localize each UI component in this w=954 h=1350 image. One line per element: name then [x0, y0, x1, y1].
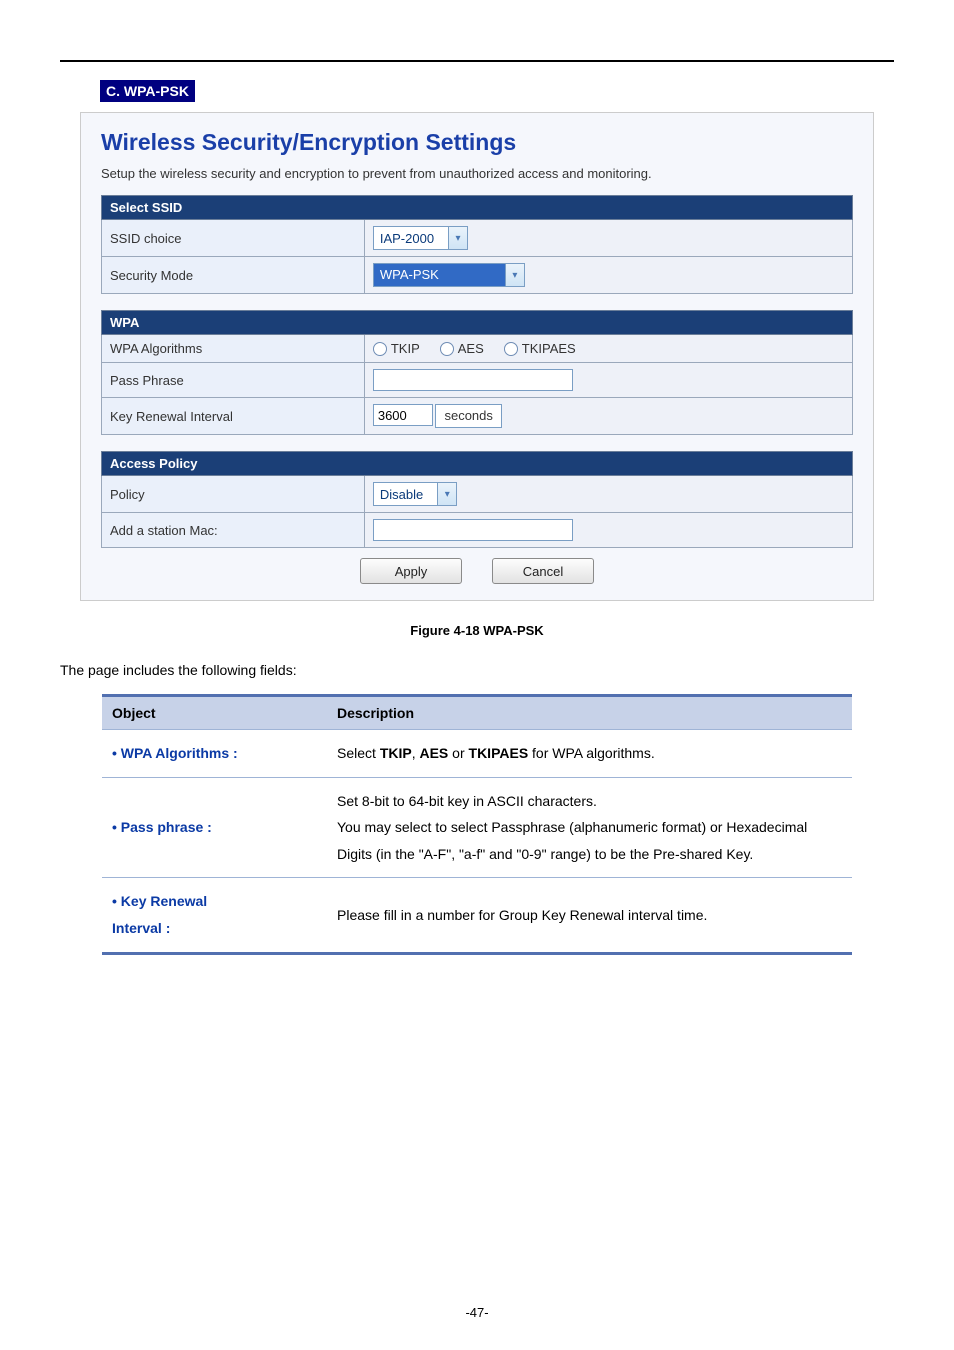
- radio-icon: [373, 342, 387, 356]
- ssid-choice-value: IAP-2000: [374, 231, 448, 246]
- intro-text: The page includes the following fields:: [60, 662, 894, 678]
- wpa-algorithms-cell: TKIP AES TKIPAES: [364, 335, 852, 363]
- add-station-cell: [364, 513, 852, 548]
- page-number: -47-: [0, 1305, 954, 1320]
- radio-icon: [504, 342, 518, 356]
- wpa-tkip-label: TKIP: [391, 341, 420, 356]
- section-tag: C. WPA-PSK: [100, 80, 195, 102]
- desc-text-wpa: Select TKIP, AES or TKIPAES for WPA algo…: [327, 730, 852, 778]
- pass-phrase-label: Pass Phrase: [102, 363, 365, 398]
- desc-header-object: Object: [102, 696, 327, 730]
- access-policy-header: Access Policy: [102, 452, 853, 476]
- ssid-choice-select[interactable]: IAP-2000 ▾: [373, 226, 468, 250]
- description-table: Object Description WPA Algorithms : Sele…: [102, 694, 852, 955]
- access-policy-table: Access Policy Policy Disable ▾ Add a sta…: [101, 451, 853, 548]
- policy-value: Disable: [374, 487, 437, 502]
- settings-panel: Wireless Security/Encryption Settings Se…: [80, 112, 874, 601]
- table-row: Pass phrase : Set 8-bit to 64-bit key in…: [102, 777, 852, 878]
- chevron-down-icon: ▾: [437, 483, 456, 505]
- apply-button[interactable]: Apply: [360, 558, 462, 584]
- table-row: Key Renewal Interval : Please fill in a …: [102, 878, 852, 953]
- wpa-aes-radio[interactable]: AES: [440, 341, 484, 356]
- cancel-button[interactable]: Cancel: [492, 558, 594, 584]
- policy-select[interactable]: Disable ▾: [373, 482, 457, 506]
- add-station-input[interactable]: [373, 519, 573, 541]
- table-row: WPA Algorithms : Select TKIP, AES or TKI…: [102, 730, 852, 778]
- chevron-down-icon: ▾: [448, 227, 467, 249]
- top-rule: [60, 60, 894, 62]
- button-row: Apply Cancel: [101, 558, 853, 584]
- security-mode-cell: WPA-PSK ▾: [364, 257, 852, 294]
- key-renewal-label: Key Renewal Interval: [102, 398, 365, 435]
- wpa-tkip-radio[interactable]: TKIP: [373, 341, 420, 356]
- key-renewal-cell: seconds: [364, 398, 852, 435]
- chevron-down-icon: ▾: [505, 264, 524, 286]
- wpa-header: WPA: [102, 311, 853, 335]
- policy-label: Policy: [102, 476, 365, 513]
- panel-title: Wireless Security/Encryption Settings: [101, 129, 853, 156]
- figure-caption: Figure 4-18 WPA-PSK: [60, 623, 894, 638]
- desc-text-pass: Set 8-bit to 64-bit key in ASCII charact…: [327, 777, 852, 878]
- desc-object-pass: Pass phrase :: [102, 777, 327, 878]
- ssid-choice-cell: IAP-2000 ▾: [364, 220, 852, 257]
- security-mode-label: Security Mode: [102, 257, 365, 294]
- wpa-tkipaes-radio[interactable]: TKIPAES: [504, 341, 576, 356]
- pass-phrase-cell: [364, 363, 852, 398]
- ssid-choice-label: SSID choice: [102, 220, 365, 257]
- page: C. WPA-PSK Wireless Security/Encryption …: [0, 0, 954, 1350]
- add-station-label: Add a station Mac:: [102, 513, 365, 548]
- desc-header-description: Description: [327, 696, 852, 730]
- key-renewal-unit: seconds: [435, 404, 501, 428]
- wpa-tkipaes-label: TKIPAES: [522, 341, 576, 356]
- key-renewal-input[interactable]: [373, 404, 433, 426]
- security-mode-value: WPA-PSK: [374, 264, 505, 286]
- panel-subtitle: Setup the wireless security and encrypti…: [101, 166, 853, 181]
- desc-object-wpa: WPA Algorithms :: [102, 730, 327, 778]
- select-ssid-header: Select SSID: [102, 196, 853, 220]
- radio-icon: [440, 342, 454, 356]
- desc-object-keyren: Key Renewal Interval :: [102, 878, 327, 953]
- security-mode-select[interactable]: WPA-PSK ▾: [373, 263, 525, 287]
- pass-phrase-input[interactable]: [373, 369, 573, 391]
- select-ssid-table: Select SSID SSID choice IAP-2000 ▾ Secur…: [101, 195, 853, 294]
- wpa-table: WPA WPA Algorithms TKIP AES: [101, 310, 853, 435]
- desc-text-keyren: Please fill in a number for Group Key Re…: [327, 878, 852, 953]
- wpa-algorithms-label: WPA Algorithms: [102, 335, 365, 363]
- policy-cell: Disable ▾: [364, 476, 852, 513]
- wpa-aes-label: AES: [458, 341, 484, 356]
